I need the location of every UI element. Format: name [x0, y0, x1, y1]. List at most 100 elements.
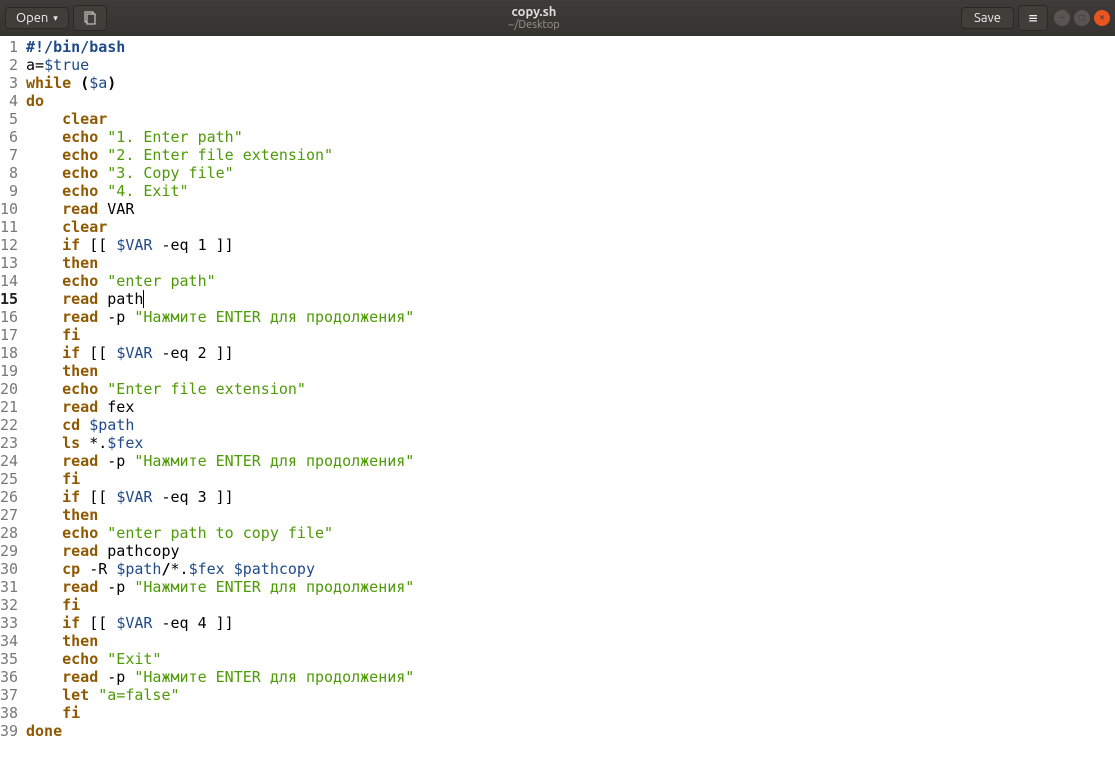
- line-number: 39: [0, 722, 18, 740]
- code-line[interactable]: fi: [26, 596, 1115, 614]
- line-number: 35: [0, 650, 18, 668]
- window-close-button[interactable]: ✕: [1094, 10, 1110, 26]
- line-number: 14: [0, 272, 18, 290]
- editor-area[interactable]: 1234567891011121314151617181920212223242…: [0, 36, 1115, 771]
- hamburger-menu-button[interactable]: ≡: [1018, 5, 1048, 31]
- code-line[interactable]: if [[ $VAR -eq 4 ]]: [26, 614, 1115, 632]
- minimize-icon: –: [1059, 13, 1064, 23]
- window-minimize-button[interactable]: –: [1054, 10, 1070, 26]
- line-number: 11: [0, 218, 18, 236]
- line-number: 34: [0, 632, 18, 650]
- window-maximize-button[interactable]: □: [1074, 10, 1090, 26]
- code-line[interactable]: read path: [26, 290, 1115, 308]
- line-number: 26: [0, 488, 18, 506]
- line-number: 25: [0, 470, 18, 488]
- maximize-icon: □: [1079, 13, 1084, 23]
- line-number: 2: [0, 56, 18, 74]
- line-number: 37: [0, 686, 18, 704]
- line-number: 18: [0, 344, 18, 362]
- code-line[interactable]: read -p "Нажмите ENTER для продолжения": [26, 668, 1115, 686]
- code-line[interactable]: read -p "Нажмите ENTER для продолжения": [26, 578, 1115, 596]
- code-line[interactable]: echo "Enter file extension": [26, 380, 1115, 398]
- line-number: 6: [0, 128, 18, 146]
- code-line[interactable]: echo "1. Enter path": [26, 128, 1115, 146]
- code-line[interactable]: echo "Exit": [26, 650, 1115, 668]
- line-number: 29: [0, 542, 18, 560]
- code-line[interactable]: a=$true: [26, 56, 1115, 74]
- line-number: 17: [0, 326, 18, 344]
- line-number: 13: [0, 254, 18, 272]
- code-line[interactable]: read fex: [26, 398, 1115, 416]
- line-number: 21: [0, 398, 18, 416]
- code-line[interactable]: echo "2. Enter file extension": [26, 146, 1115, 164]
- line-number: 23: [0, 434, 18, 452]
- open-label: Open: [16, 11, 48, 25]
- code-line[interactable]: cp -R $path/*.$fex $pathcopy: [26, 560, 1115, 578]
- file-path: ~/Desktop: [107, 19, 961, 31]
- code-line[interactable]: clear: [26, 110, 1115, 128]
- code-line[interactable]: while ($a): [26, 74, 1115, 92]
- code-line[interactable]: echo "enter path": [26, 272, 1115, 290]
- line-number: 4: [0, 92, 18, 110]
- code-line[interactable]: #!/bin/bash: [26, 38, 1115, 56]
- window-controls: – □ ✕: [1054, 10, 1110, 26]
- line-number: 15: [0, 290, 18, 308]
- code-line[interactable]: clear: [26, 218, 1115, 236]
- line-number: 27: [0, 506, 18, 524]
- line-number: 20: [0, 380, 18, 398]
- line-number: 22: [0, 416, 18, 434]
- code-line[interactable]: if [[ $VAR -eq 1 ]]: [26, 236, 1115, 254]
- line-number: 33: [0, 614, 18, 632]
- code-line[interactable]: fi: [26, 470, 1115, 488]
- code-line[interactable]: read -p "Нажмите ENTER для продолжения": [26, 308, 1115, 326]
- code-line[interactable]: read -p "Нажмите ENTER для продолжения": [26, 452, 1115, 470]
- code-content[interactable]: #!/bin/basha=$truewhile ($a)do clear ech…: [22, 36, 1115, 771]
- code-line[interactable]: echo "3. Copy file": [26, 164, 1115, 182]
- save-label: Save: [974, 11, 1001, 25]
- new-document-icon: [82, 10, 98, 26]
- line-number-gutter: 1234567891011121314151617181920212223242…: [0, 36, 22, 771]
- file-name: copy.sh: [107, 5, 961, 19]
- code-line[interactable]: then: [26, 362, 1115, 380]
- code-line[interactable]: then: [26, 632, 1115, 650]
- code-line[interactable]: done: [26, 722, 1115, 740]
- chevron-down-icon: ▾: [53, 13, 58, 24]
- code-line[interactable]: cd $path: [26, 416, 1115, 434]
- line-number: 24: [0, 452, 18, 470]
- new-document-button[interactable]: [73, 5, 107, 31]
- line-number: 5: [0, 110, 18, 128]
- line-number: 12: [0, 236, 18, 254]
- line-number: 8: [0, 164, 18, 182]
- open-button[interactable]: Open ▾: [5, 7, 69, 29]
- code-line[interactable]: read pathcopy: [26, 542, 1115, 560]
- close-icon: ✕: [1099, 13, 1104, 23]
- code-line[interactable]: if [[ $VAR -eq 3 ]]: [26, 488, 1115, 506]
- title-block: copy.sh ~/Desktop: [107, 5, 961, 31]
- line-number: 38: [0, 704, 18, 722]
- line-number: 10: [0, 200, 18, 218]
- code-line[interactable]: then: [26, 254, 1115, 272]
- code-line[interactable]: if [[ $VAR -eq 2 ]]: [26, 344, 1115, 362]
- line-number: 9: [0, 182, 18, 200]
- code-line[interactable]: do: [26, 92, 1115, 110]
- line-number: 1: [0, 38, 18, 56]
- line-number: 19: [0, 362, 18, 380]
- line-number: 36: [0, 668, 18, 686]
- code-line[interactable]: echo "4. Exit": [26, 182, 1115, 200]
- line-number: 3: [0, 74, 18, 92]
- save-button[interactable]: Save: [961, 7, 1014, 29]
- code-line[interactable]: read VAR: [26, 200, 1115, 218]
- code-line[interactable]: let "a=false": [26, 686, 1115, 704]
- line-number: 28: [0, 524, 18, 542]
- code-line[interactable]: then: [26, 506, 1115, 524]
- line-number: 30: [0, 560, 18, 578]
- code-line[interactable]: fi: [26, 704, 1115, 722]
- header-bar: Open ▾ copy.sh ~/Desktop Save ≡ – □ ✕: [0, 0, 1115, 36]
- line-number: 32: [0, 596, 18, 614]
- hamburger-icon: ≡: [1028, 9, 1037, 27]
- line-number: 7: [0, 146, 18, 164]
- code-line[interactable]: echo "enter path to copy file": [26, 524, 1115, 542]
- code-line[interactable]: fi: [26, 326, 1115, 344]
- line-number: 16: [0, 308, 18, 326]
- code-line[interactable]: ls *.$fex: [26, 434, 1115, 452]
